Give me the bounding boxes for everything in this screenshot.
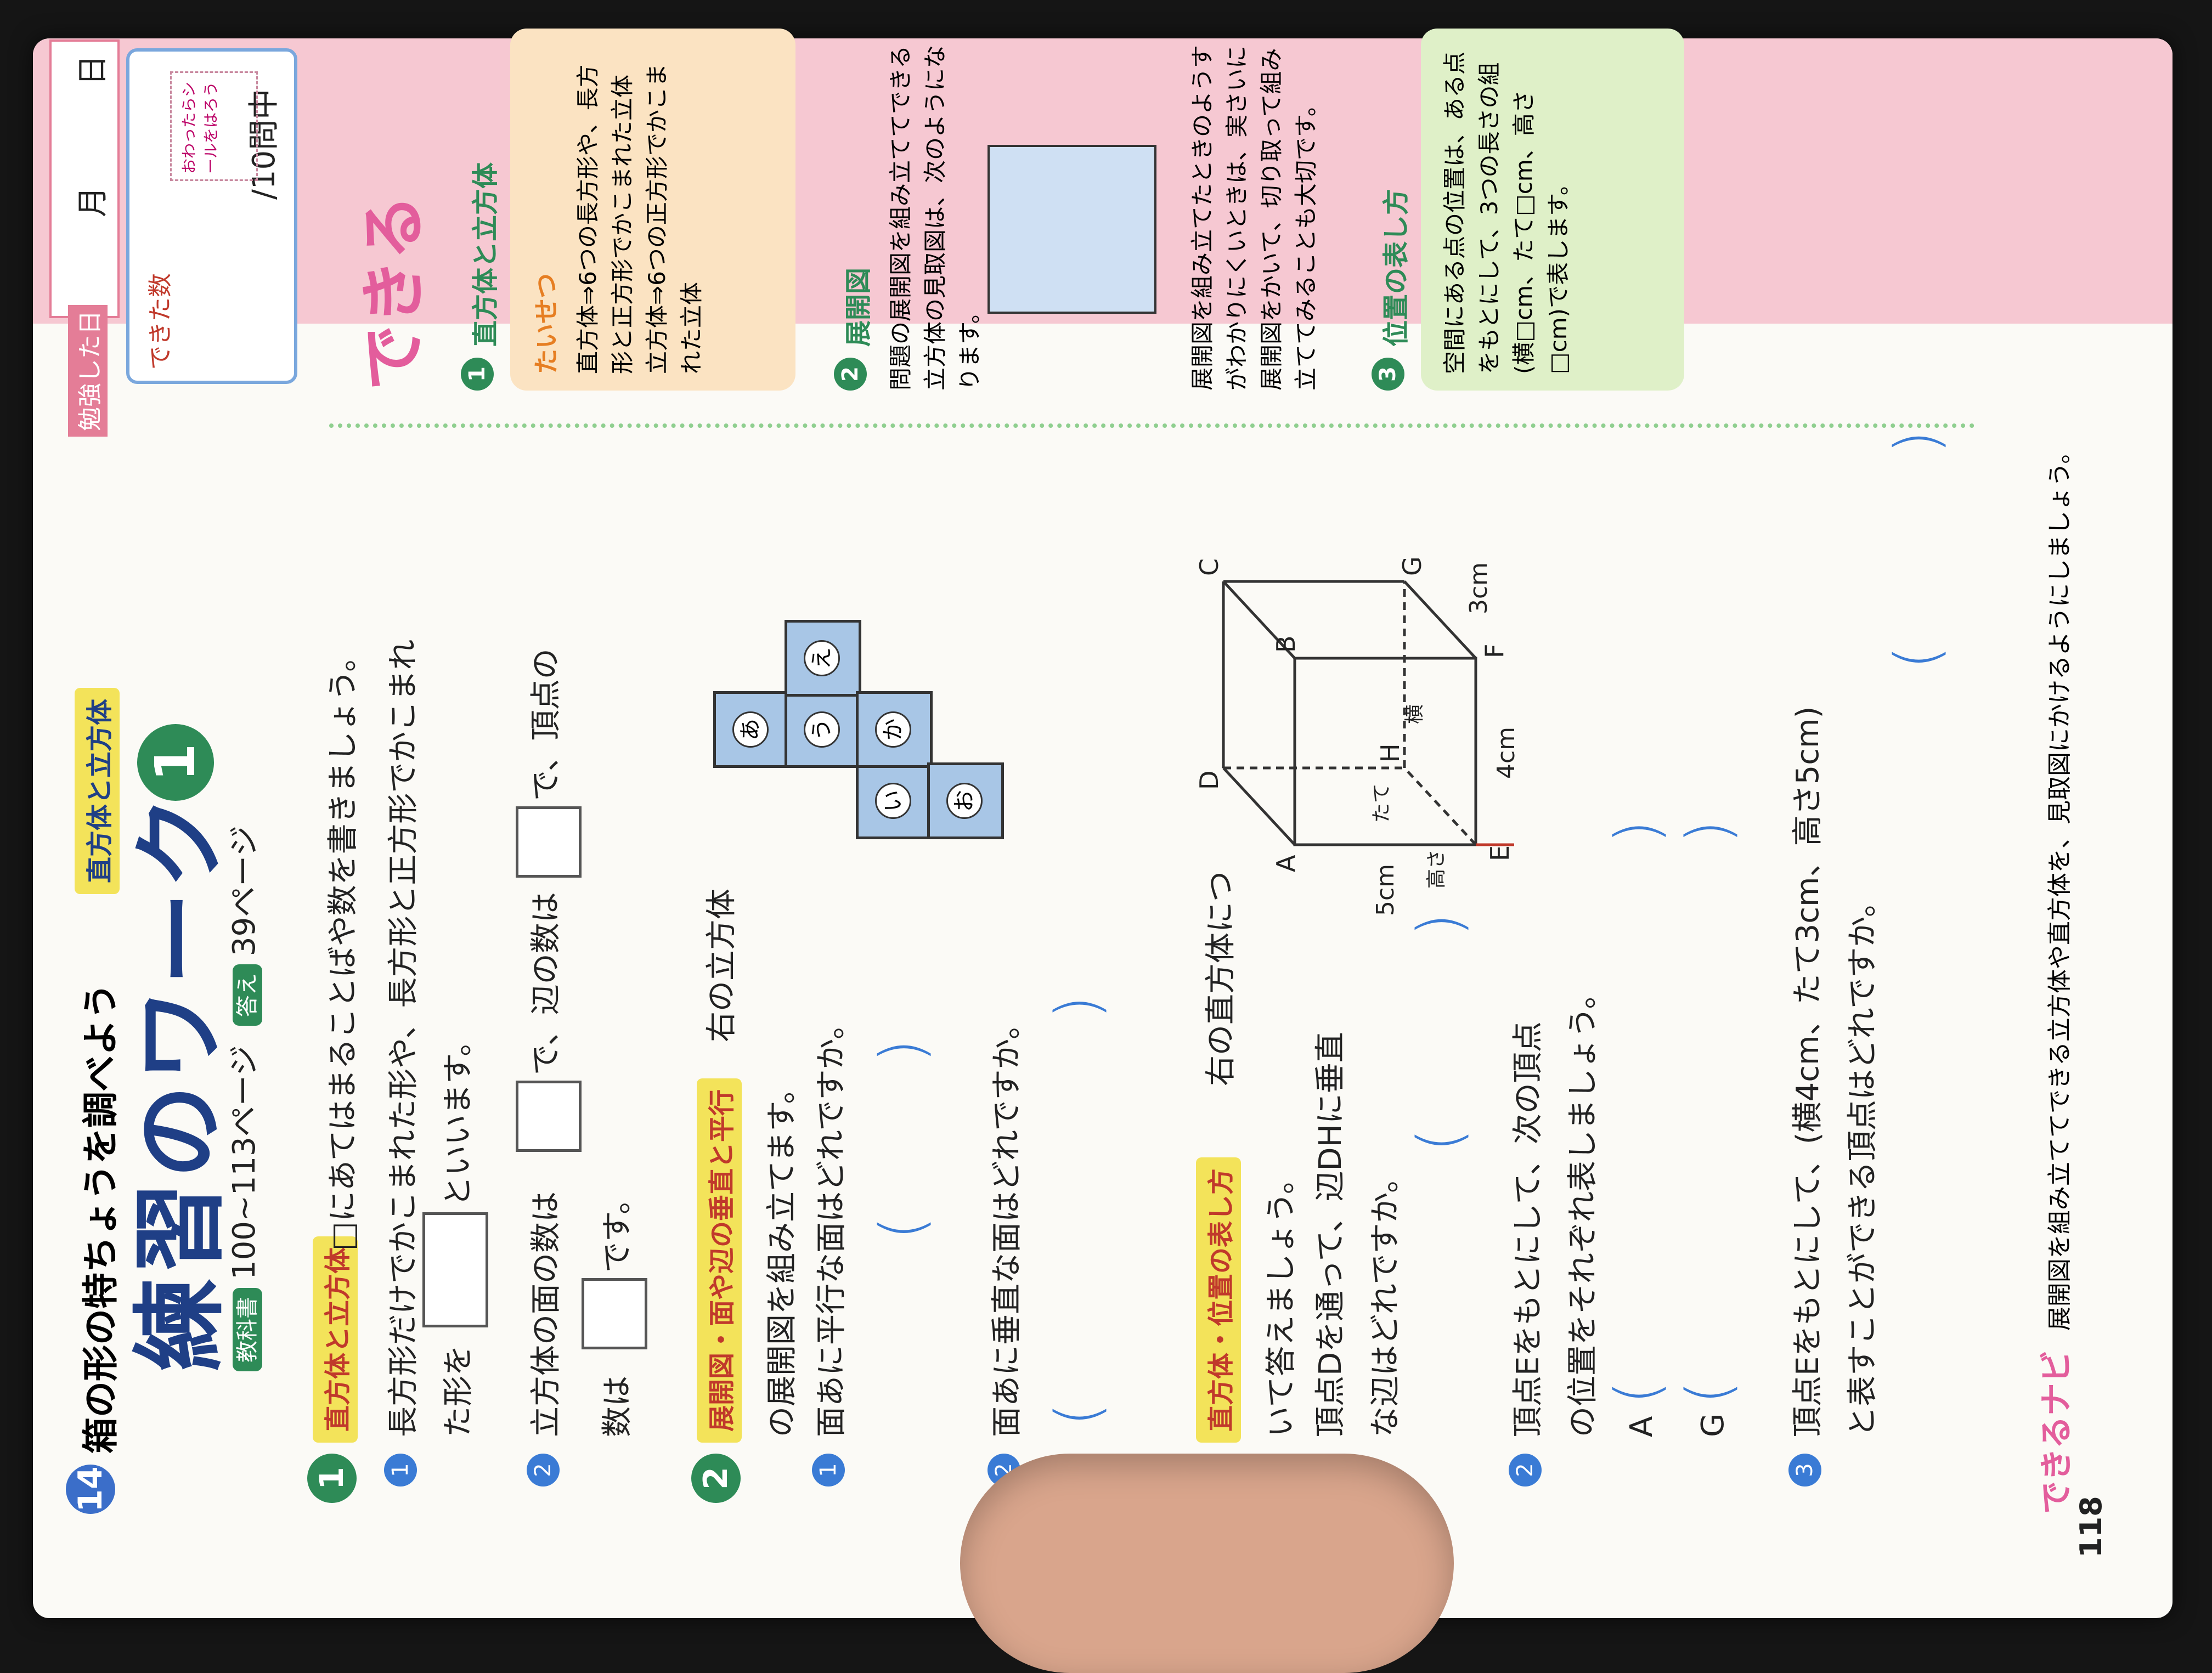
month-label: 月 — [75, 186, 111, 217]
cube-sketch — [988, 145, 1156, 314]
taisetsu-label: たいせつ — [532, 273, 561, 374]
done-label: できた数 — [146, 273, 174, 370]
s1-q2-vertices-box[interactable] — [582, 1278, 647, 1349]
s3-q3-text-b: と表すことができる頂点はどれですか。 — [1845, 886, 1881, 1437]
page-number: 118 — [2074, 1496, 2108, 1558]
s3-q3-text-a: 頂点Eをもとにして、(横4cm、たて3cm、高さ5cm) — [1790, 706, 1826, 1437]
s1-q2-text-d: 数は — [600, 1376, 635, 1437]
s2-q2-text: 面あに垂直な面はどれですか。 — [989, 1008, 1025, 1437]
s1-q1-number: 1 — [384, 1454, 417, 1487]
answer-label: 答え — [233, 964, 262, 1026]
sticker-area: おわったらシールをはろう — [170, 71, 258, 181]
s3-q3-number: 3 — [1788, 1454, 1821, 1487]
dim-width: 4cm — [1492, 727, 1520, 779]
s3-q3-answer[interactable]: ( ) — [1882, 431, 1952, 670]
s3-q2-number: 2 — [1509, 1454, 1542, 1487]
textbook-pages: 100~113ページ — [227, 1045, 262, 1280]
section3-intro-b: いて答えましょう。 — [1263, 1163, 1299, 1437]
label-g: G — [1397, 556, 1427, 576]
s1-q2-text-b: で、辺の数は — [528, 892, 564, 1075]
page-title-number: 1 — [137, 724, 214, 801]
footer-navi: できるナビ — [2038, 1350, 2076, 1514]
s3-q1-answer[interactable]: ( ) — [1404, 913, 1475, 1152]
sidebar-logo: できる — [356, 194, 432, 391]
net-face-a: あ — [713, 691, 790, 768]
point-g-answer[interactable]: ( ) — [1673, 820, 1743, 1404]
topic2-body: 問題の展開図を組み立ててできる立方体の見取図は、次のようになります。 — [887, 44, 983, 391]
s1-q2-faces-box[interactable] — [516, 1081, 582, 1152]
s1-q2-text-a: 立方体の面の数は — [528, 1191, 564, 1437]
axis-width: 横 — [1403, 704, 1426, 724]
day-label: 日 — [75, 55, 111, 86]
s2-q2-answer[interactable]: ( ) — [1042, 996, 1113, 1426]
s1-q1-text-b: た形を — [441, 1345, 476, 1437]
section2-intro-b: の展開図を組み立てます。 — [764, 1073, 800, 1437]
s2-q1-answer[interactable]: ( ) — [867, 1039, 937, 1240]
study-date-box[interactable]: 勉強した日 月 日 — [49, 39, 120, 437]
net-face-e: え — [785, 620, 861, 697]
section1-number: 1 — [307, 1454, 357, 1503]
s1-q1-text-c: といいます。 — [441, 1025, 476, 1207]
s1-q1-answer-box[interactable] — [422, 1212, 488, 1327]
point-g-label: G — [1695, 1413, 1731, 1437]
label-h: H — [1375, 743, 1405, 762]
label-b: B — [1271, 635, 1301, 653]
sidebar-topic2-title: 展開図 — [843, 267, 874, 347]
s1-q1-text-a: 長方形だけでかこまれた形や、長方形と正方形でかこまれ — [386, 639, 421, 1437]
section2-tag: 展開図・面や辺の垂直と平行 — [697, 1078, 742, 1443]
s1-q2-number: 2 — [527, 1454, 560, 1487]
dim-depth: 3cm — [1465, 562, 1493, 614]
sidebar-topic1-title: 直方体と立方体 — [470, 162, 501, 347]
label-f: F — [1480, 644, 1509, 658]
net-face-o: お — [927, 762, 1004, 839]
label-e: E — [1485, 845, 1515, 861]
s2-q1-text: 面あに平行な面はどれですか。 — [814, 1008, 849, 1437]
footer: できるナビ 展開図を組み立ててできる立方体や直方体を、見取図にかけるようにしまし… — [2030, 440, 2078, 1514]
label-a: A — [1271, 855, 1301, 872]
sidebar-topic2-number: 2 — [834, 358, 867, 391]
sidebar-topic3-number: 3 — [1372, 358, 1404, 391]
label-d: D — [1194, 771, 1224, 790]
axis-depth: たて — [1370, 783, 1393, 823]
label-c: C — [1194, 558, 1224, 576]
cube-net-diagram: あ う え い か お — [713, 510, 1004, 839]
net-face-u: う — [785, 691, 861, 768]
axis-height: 高さ — [1425, 849, 1448, 889]
section2-number: 2 — [691, 1454, 741, 1503]
sidebar-topic1-number: 1 — [461, 358, 494, 391]
s3-q2-text-b: の位置をそれぞれ表しましょう。 — [1565, 978, 1601, 1437]
study-date-label: 勉強した日 — [68, 305, 108, 437]
topic1-body: 直方体⇒6つの長方形や、長方形と正方形でかこまれた立体 立方体⇒6つの正方形でか… — [574, 64, 705, 374]
sidebar-topic1-note: たいせつ 直方体⇒6つの長方形や、長方形と正方形でかこまれた立体 立方体⇒6つの… — [510, 29, 795, 391]
s1-q2-text-c: で、頂点の — [528, 648, 564, 801]
topic3-body: 空間にある点の位置は、ある点をもとにして、3つの長さの組(横□cm、たて□cm、… — [1421, 29, 1684, 391]
s3-q1-text-a: 頂点Dを通って、辺DHに垂直 — [1313, 1032, 1348, 1437]
point-a-label: A — [1624, 1416, 1660, 1437]
unit-number: 14 — [66, 1465, 115, 1514]
s1-q2-text-e: です。 — [600, 1183, 635, 1273]
footer-text: 展開図を組み立ててできる立方体や直方体を、見取図にかけるようにしましょう。 — [2046, 439, 2074, 1331]
point-a-answer[interactable]: ( ) — [1602, 820, 1672, 1404]
section2-intro-a: 右の立方体 — [704, 889, 740, 1042]
section3-tag: 直方体・位置の表し方 — [1196, 1157, 1241, 1443]
s2-q1-number: 1 — [812, 1454, 845, 1487]
textbook-label: 教科書 — [233, 1288, 262, 1371]
s3-q2-text-a: 頂点Eをもとにして、次の頂点 — [1510, 1021, 1546, 1437]
dim-height: 5cm — [1372, 864, 1400, 916]
cuboid-diagram: E A B C D F G H 4cm 3cm 5cm 横 たて 高さ — [1194, 556, 1520, 916]
net-face-i: い — [856, 762, 933, 839]
answer-page: 39ページ — [227, 826, 262, 957]
hand — [960, 1454, 1454, 1673]
net-face-ka: か — [856, 691, 933, 768]
reference-pages: 教科書 100~113ページ 答え 39ページ — [219, 826, 264, 1371]
s1-q2-edges-box[interactable] — [516, 806, 582, 878]
topic2-note: 展開図を組み立てたときのようすがわかりにくいときは、実さいに展開図をかいて、切り… — [1189, 44, 1319, 391]
section1-intro: □にあてはまることばや数を書きましょう。 — [325, 641, 361, 1251]
section1-tag: 直方体と立方体 — [313, 1236, 358, 1443]
sidebar: できる 1 直方体と立方体 たいせつ 直方体⇒6つの長方形や、長方形と正方形でか… — [329, 7, 1975, 428]
rotated-page-content: 14 箱の形の特ちょうを調べよう 直方体と立方体 練習のワーク 1 教科書 10… — [0, 0, 2140, 1580]
sidebar-topic3-title: 位置の表し方 — [1381, 188, 1412, 347]
s3-q1-text-b: な辺はどれですか。 — [1368, 1162, 1403, 1437]
